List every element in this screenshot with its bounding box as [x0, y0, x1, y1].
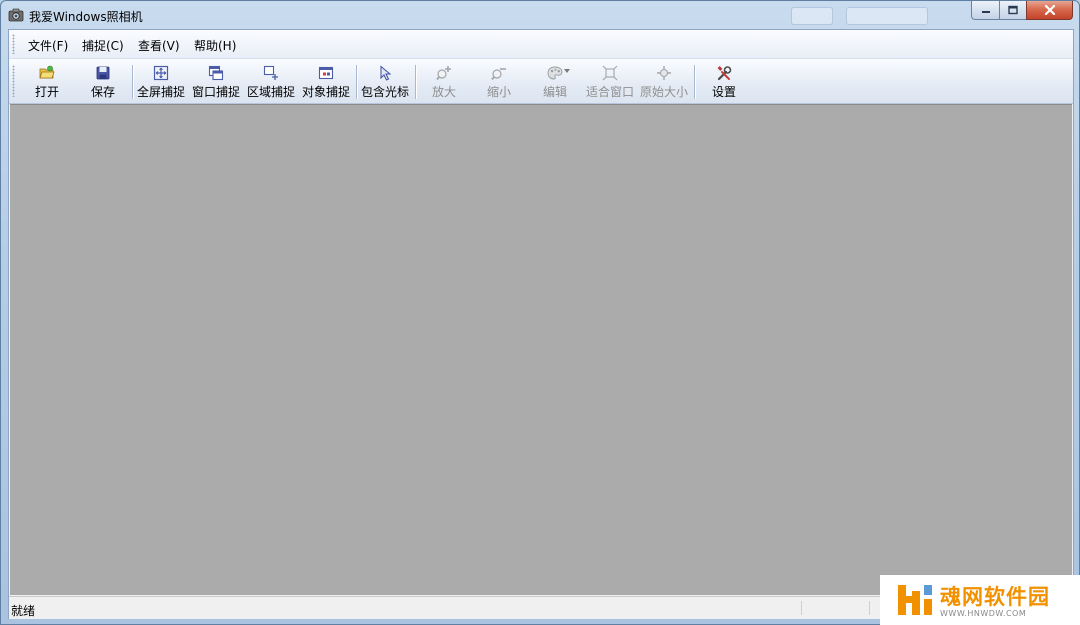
settings-button[interactable]: 设置 [697, 63, 751, 101]
save-button[interactable]: 保存 [76, 63, 130, 101]
app-window: 我爱Windows照相机 文件(F) 捕捉(C) 查看(V) 帮助(H) 打开 … [0, 0, 1080, 625]
open-button[interactable]: 打开 [20, 63, 74, 101]
status-divider [801, 601, 802, 615]
settings-label: 设置 [711, 85, 736, 99]
object-capture-icon [318, 66, 334, 80]
fit-window-icon [602, 65, 618, 81]
zoom-in-button[interactable]: 放大 [417, 63, 471, 101]
fullscreen-capture-icon [153, 65, 169, 81]
region-capture-button[interactable]: 区域捕捉 [244, 63, 298, 101]
menu-bar: 文件(F) 捕捉(C) 查看(V) 帮助(H) [9, 30, 1073, 59]
menu-view[interactable]: 查看(V) [138, 37, 180, 54]
include-cursor-button[interactable]: 包含光标 [358, 63, 412, 101]
chevron-down-icon [564, 69, 570, 73]
window-title: 我爱Windows照相机 [29, 10, 143, 24]
window-capture-button[interactable]: 窗口捕捉 [189, 63, 243, 101]
menu-capture[interactable]: 捕捉(C) [82, 37, 124, 54]
capture-canvas[interactable] [10, 104, 1072, 595]
fullscreen-capture-button[interactable]: 全屏捕捉 [134, 63, 188, 101]
object-capture-label: 对象捕捉 [301, 85, 350, 99]
toolbar: 打开 保存 全屏捕捉 窗口捕捉 区域捕捉 对象捕捉 包含光标 放大 缩小 编辑 … [9, 59, 1073, 104]
window-capture-icon [208, 65, 224, 81]
zoom-in-icon [436, 66, 451, 81]
open-folder-icon [39, 65, 55, 79]
include-cursor-label: 包含光标 [360, 85, 409, 99]
watermark-logo-icon [898, 585, 932, 615]
menu-grip[interactable] [12, 34, 15, 54]
zoom-out-icon [491, 68, 506, 81]
zoom-out-button[interactable]: 缩小 [472, 63, 526, 101]
watermark-url: WWW.HNWDW.COM [940, 609, 1027, 618]
fit-window-button[interactable]: 适合窗口 [583, 63, 637, 101]
original-size-label: 原始大小 [639, 85, 688, 99]
minimize-button[interactable] [971, 1, 1000, 20]
background-window-ghost [791, 7, 833, 25]
status-divider [869, 601, 870, 615]
edit-button[interactable]: 编辑 [528, 63, 582, 101]
title-bar[interactable]: 我爱Windows照相机 [1, 1, 1079, 29]
minimize-icon [981, 11, 990, 13]
menu-help[interactable]: 帮助(H) [194, 37, 236, 54]
edit-palette-icon [547, 66, 563, 80]
original-size-icon [657, 66, 671, 80]
save-label: 保存 [90, 85, 115, 99]
region-capture-icon [263, 65, 278, 80]
save-disk-icon [96, 66, 110, 80]
original-size-button[interactable]: 原始大小 [637, 63, 691, 101]
status-text: 就绪 [11, 604, 36, 618]
camera-app-icon [8, 8, 24, 22]
settings-tools-icon [717, 66, 732, 81]
menu-file[interactable]: 文件(F) [28, 37, 68, 54]
watermark-title: 魂网软件园 [940, 585, 1050, 609]
cursor-icon [380, 65, 392, 81]
maximize-button[interactable] [999, 1, 1027, 20]
maximize-icon [1008, 5, 1018, 15]
close-icon [1044, 5, 1055, 15]
client-area: 文件(F) 捕捉(C) 查看(V) 帮助(H) 打开 保存 全屏捕捉 窗口捕捉 … [8, 29, 1074, 619]
object-capture-button[interactable]: 对象捕捉 [299, 63, 353, 101]
close-button[interactable] [1026, 1, 1073, 20]
background-window-ghost [846, 7, 928, 25]
watermark: 魂网软件园 WWW.HNWDW.COM [880, 575, 1080, 625]
